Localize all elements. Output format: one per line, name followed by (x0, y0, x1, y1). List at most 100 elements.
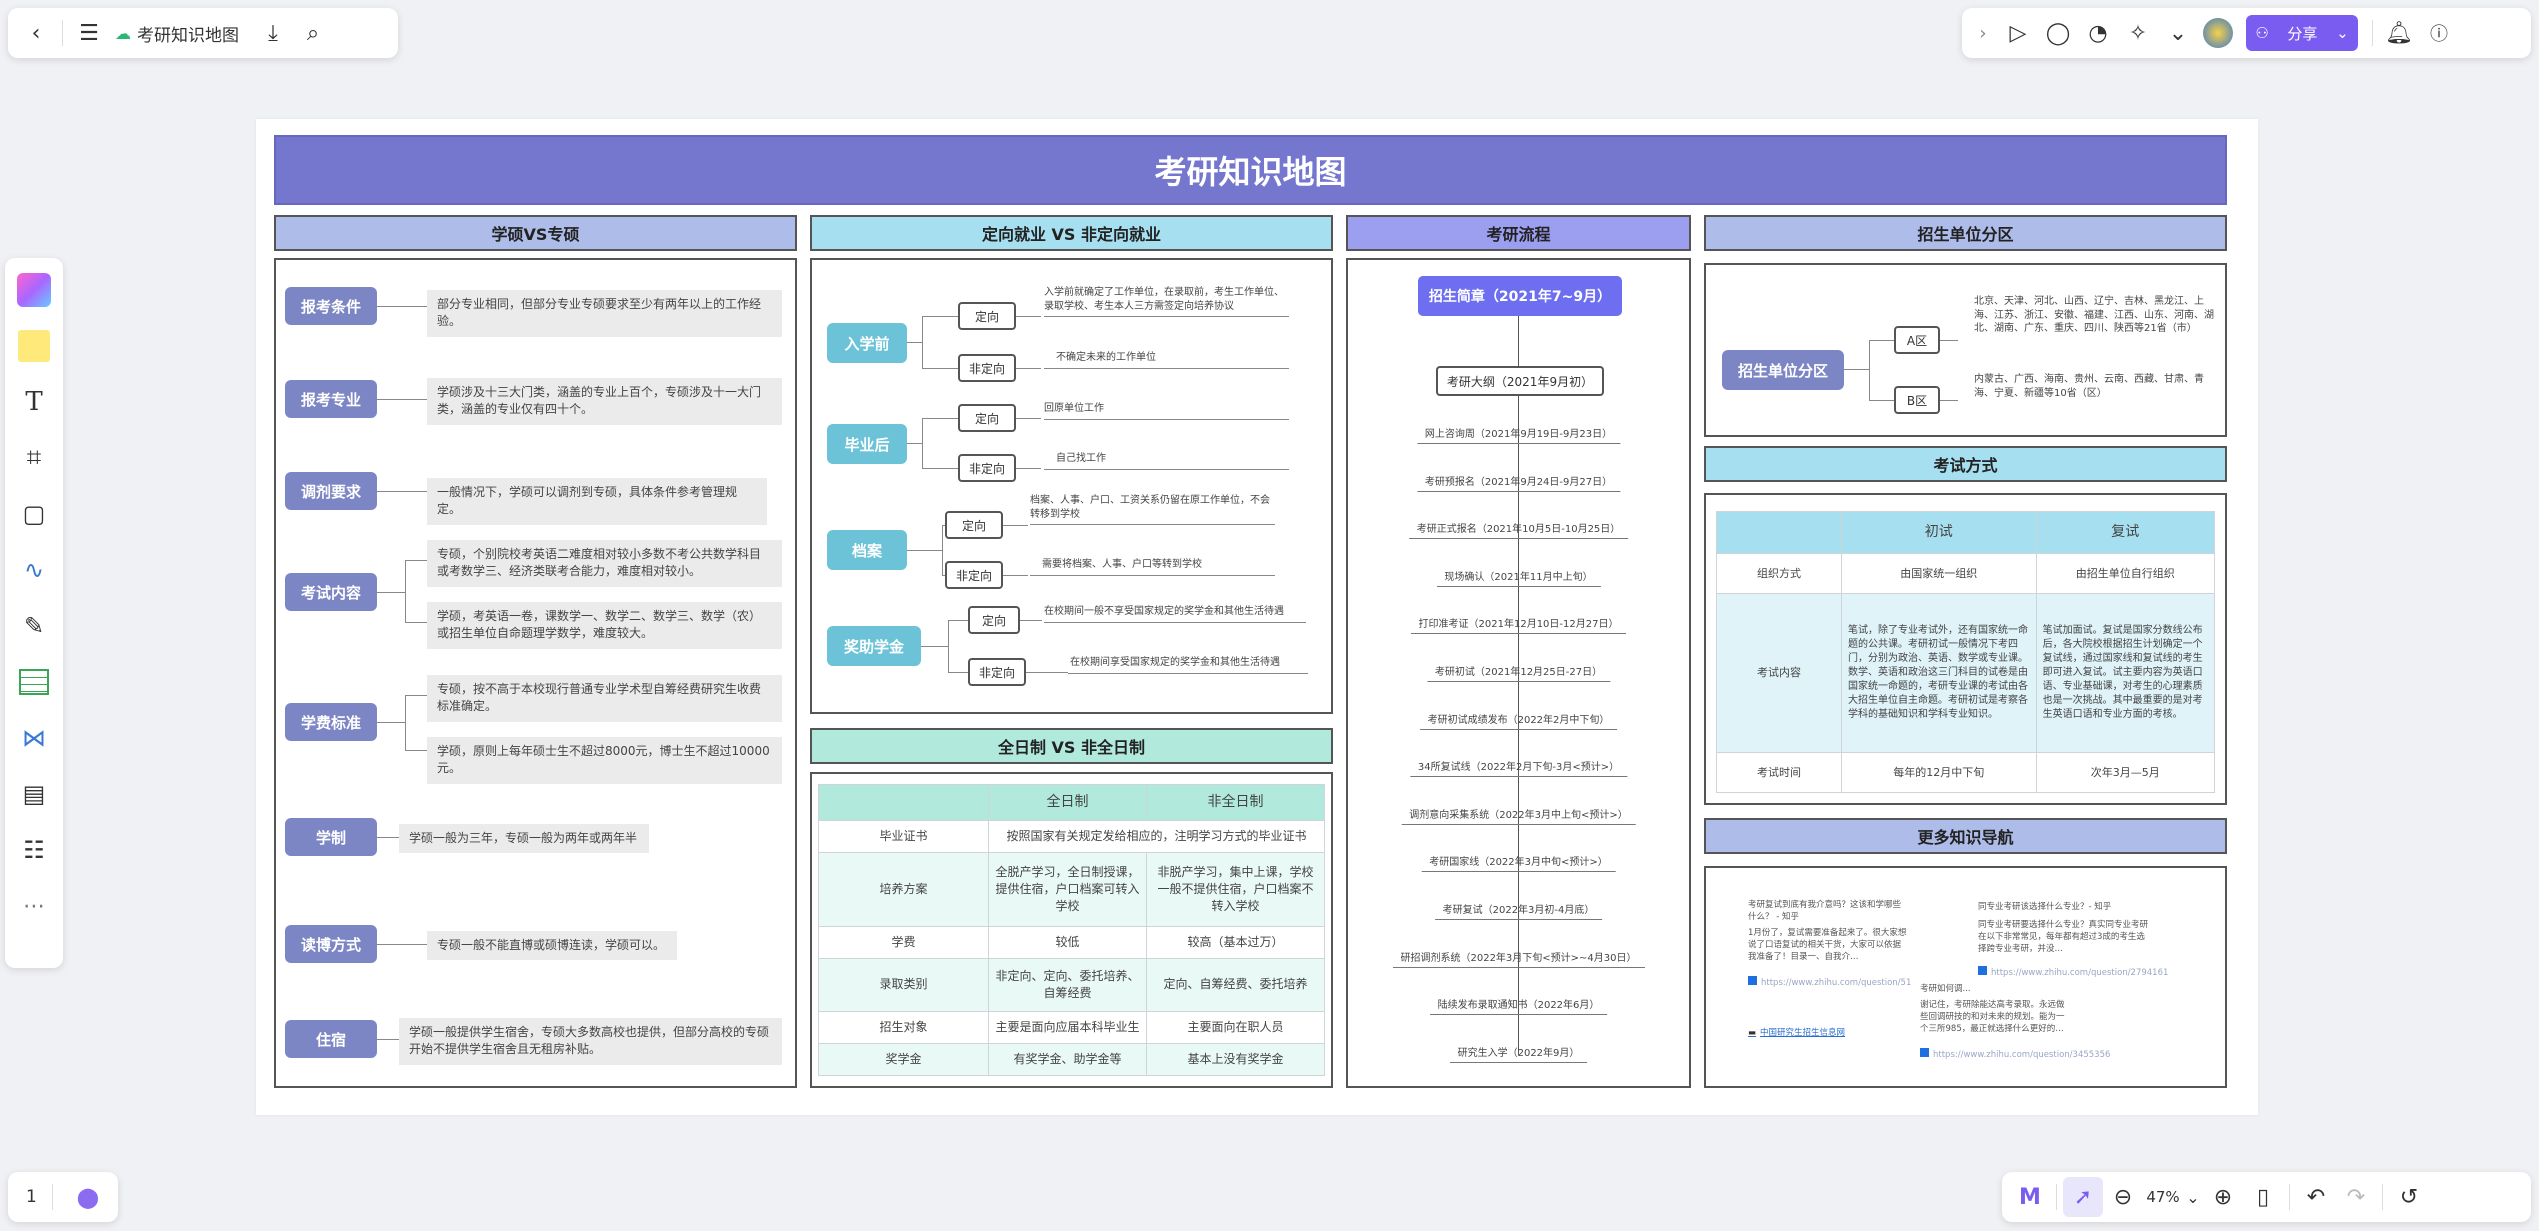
col1-item-label[interactable]: 考试内容 (285, 573, 377, 611)
flow-step[interactable]: 调剂意向采集系统（2022年3月中上旬<预计>） (1401, 806, 1636, 825)
col1-item-label[interactable]: 学制 (285, 818, 377, 856)
col1-item-note[interactable]: 学硕一般提供学生宿舍，专硕大多数高校也提供，但部分高校的专硕开始不提供学生宿舍且… (399, 1018, 782, 1065)
shapes-icon[interactable]: ▢ (12, 492, 56, 536)
flow-step[interactable]: 陆续发布录取通知书（2022年6月） (1429, 996, 1608, 1016)
flow-step[interactable]: 考研初试（2021年12月25日-27日） (1426, 663, 1611, 682)
zone-text[interactable]: 内蒙古、广西、海南、贵州、云南、西藏、甘肃、青海、宁夏、新疆等10省（区） (1974, 373, 2214, 400)
ai-logo-icon[interactable]: M (2010, 1177, 2050, 1217)
col1-item-label[interactable]: 调剂要求 (285, 472, 377, 510)
flow-step[interactable]: 打印准考证（2021年12月10日-12月27日） (1410, 615, 1627, 635)
zoom-in-icon[interactable]: ⊕ (2203, 1177, 2243, 1217)
zone-root[interactable]: 招生单位分区 (1722, 350, 1844, 390)
nav-card-title[interactable]: 考研如何调... (1920, 984, 2070, 996)
zone-text[interactable]: 北京、天津、河北、山西、辽宁、吉林、黑龙江、上海、江苏、浙江、安徽、福建、江西、… (1974, 295, 2214, 336)
col2-branch-text[interactable]: 入学前就确定了工作单位，在录取前，考生工作单位、录取学校、考生本人三方需签定向培… (1044, 286, 1289, 317)
history-icon[interactable]: ↺ (2389, 1177, 2429, 1217)
flow-step[interactable]: 考研正式报名（2021年10月5日-10月25日） (1408, 520, 1629, 540)
collapse-arrow-icon[interactable]: › (1968, 13, 1998, 53)
menu-icon[interactable]: ☰ (69, 13, 109, 53)
col1-item-label[interactable]: 住宿 (285, 1020, 377, 1058)
more-tools-icon[interactable]: ⋯ (12, 884, 56, 928)
col2-branch-node[interactable]: 非定向 (945, 561, 1003, 589)
select-cursor-icon[interactable]: ➚ (2063, 1177, 2103, 1217)
col1-item-note[interactable]: 一般情况下，学硕可以调剂到专硕，具体条件参考管理规定。 (427, 478, 767, 525)
col4-box[interactable]: 招生单位分区 A区 B区 北京、天津、河北、山西、辽宁、吉林、黑龙江、上海、江苏… (1704, 263, 2227, 437)
help-icon[interactable]: ⓘ (2419, 13, 2459, 53)
undo-icon[interactable]: ↶ (2296, 1177, 2336, 1217)
col2-branch-node[interactable]: 定向 (958, 404, 1016, 432)
col2b-box[interactable]: 全日制 非全日制 毕业证书 按照国家有关规定发给相应的，注明学习方式的毕业证书 … (810, 772, 1333, 1088)
nav-box[interactable]: 考研复试到底有我介意吗？这该和学哪些什么？ - 知乎 1月份了，复试需要准备起来… (1704, 866, 2227, 1088)
zoom-out-icon[interactable]: ⊖ (2103, 1177, 2143, 1217)
col2-branch-text[interactable]: 在校期间一般不享受国家规定的奖学金和其他生活待遇 (1044, 605, 1306, 623)
flow-step[interactable]: 34所复试线（2022年2月下旬-3月<预计>） (1409, 758, 1628, 778)
col2-branch-node[interactable]: 非定向 (958, 354, 1016, 382)
redo-icon[interactable]: ↷ (2336, 1177, 2376, 1217)
comment-icon[interactable]: ◯ (2038, 13, 2078, 53)
document-icon[interactable]: ▤ (12, 772, 56, 816)
nav-card-link[interactable]: https://www.zhihu.com/question/51 (1748, 976, 1911, 988)
col4-header[interactable]: 招生单位分区 (1704, 215, 2227, 251)
more-down-icon[interactable]: ⌄ (2158, 13, 2198, 53)
col2-branch-text[interactable]: 在校期间享受国家规定的奖学金和其他生活待遇 (1068, 656, 1308, 674)
zoom-level[interactable]: 47% (2143, 1188, 2183, 1206)
col3-box[interactable]: 招生简章（2021年7~9月） 考研大纲（2021年9月初） 网上咨询周（202… (1346, 258, 1691, 1088)
col1-item-label[interactable]: 学费标准 (285, 703, 377, 741)
flow-step[interactable]: 考研初试成绩发布（2022年2月中下旬） (1419, 711, 1618, 730)
col2-branch-text[interactable]: 回原单位工作 (1044, 402, 1289, 420)
flow-step[interactable]: 现场确认（2021年11月中上旬） (1436, 568, 1601, 587)
col1-item-label[interactable]: 读博方式 (285, 925, 377, 963)
col1-item-note[interactable]: 专硕一般不能直博或硕博连读，学硕可以。 (427, 931, 677, 961)
col2-branch-node[interactable]: 定向 (945, 511, 1003, 539)
timer-icon[interactable]: ◔ (2078, 13, 2118, 53)
flow-step[interactable]: 研究生入学（2022年9月） (1449, 1044, 1588, 1063)
celebrate-icon[interactable]: ✧ (2118, 13, 2158, 53)
nav-card-link[interactable]: https://www.zhihu.com/question/2794161 (1978, 966, 2168, 978)
col1-item-note[interactable]: 学硕一般为三年，专硕一般为两年或两年半 (399, 824, 649, 854)
connector-icon[interactable]: ∿ (12, 548, 56, 592)
pen-icon[interactable]: ✎ (12, 604, 56, 648)
document-title[interactable]: 考研知识地图 (137, 21, 239, 46)
templates-icon[interactable] (12, 268, 56, 312)
col3-header[interactable]: 考研流程 (1346, 215, 1691, 251)
flow-step[interactable]: 考研国家线（2022年3月中旬<预计>） (1421, 853, 1616, 873)
col1-item-note[interactable]: 学硕涉及十三大门类，涵盖的专业上百个，专硕涉及十一大门类，涵盖的专业仅有四十个。 (427, 378, 782, 425)
nav-card-link[interactable]: https://www.zhihu.com/question/3455356 (1920, 1048, 2110, 1060)
page-number[interactable]: 1 (18, 1187, 37, 1207)
zone-node[interactable]: B区 (1894, 386, 1940, 414)
text-icon[interactable]: T (12, 380, 56, 424)
mindmap-title[interactable]: 考研知识地图 (274, 135, 2227, 205)
zone-node[interactable]: A区 (1894, 326, 1940, 354)
download-icon[interactable]: ⤓ (253, 13, 293, 53)
nav-card-title[interactable]: 同专业考研该选择什么专业？- 知乎 (1978, 902, 2148, 914)
col1-item-label[interactable]: 报考专业 (285, 380, 377, 418)
avatar[interactable] (2198, 13, 2238, 53)
exam-box[interactable]: 初试 复试 组织方式 由国家统一组织 由招生单位自行组织 考试内容 笔试，除了专… (1704, 493, 2227, 805)
col1-item-note[interactable]: 部分专业相同，但部分专业专硕要求至少有两年以上的工作经验。 (427, 290, 782, 337)
sticky-note-icon[interactable] (12, 324, 56, 368)
col2-group-label[interactable]: 入学前 (827, 323, 907, 363)
col2-branch-text[interactable]: 不确定未来的工作单位 (1044, 351, 1289, 369)
nav-header[interactable]: 更多知识导航 (1704, 818, 2227, 854)
col1-item-note[interactable]: 专硕，个别院校考英语二难度相对较小多数不考公共数学科目或考数学三、经济类联考合能… (427, 540, 782, 587)
col2-branch-node[interactable]: 非定向 (958, 454, 1016, 482)
col2-branch-node[interactable]: 定向 (968, 606, 1020, 634)
col1-item-label[interactable]: 报考条件 (285, 287, 377, 325)
col1-item-note[interactable]: 学硕，原则上每年硕士生不超过8000元，博士生不超过10000元。 (427, 737, 782, 784)
col2-header[interactable]: 定向就业 VS 非定向就业 (810, 215, 1333, 251)
list-icon[interactable]: ☷ (12, 828, 56, 872)
table-icon[interactable] (12, 660, 56, 704)
exam-header[interactable]: 考试方式 (1704, 446, 2227, 482)
nav-card-title[interactable]: 考研复试到底有我介意吗？这该和学哪些什么？ - 知乎 (1748, 900, 1908, 924)
flow-step[interactable]: 考研预报名（2021年9月24日-9月27日） (1416, 473, 1621, 492)
col2-branch-text[interactable]: 档案、人事、户口、工资关系仍留在原工作单位，不会转移到学校 (1030, 494, 1275, 525)
nav-site-link[interactable]: ▬ 中国研究生招生信息网 (1748, 1026, 1845, 1038)
col2-group-label[interactable]: 毕业后 (827, 424, 907, 464)
flow-step[interactable]: 研招调剂系统（2022年3月下旬<预计>~4月30日） (1392, 949, 1645, 968)
col1-item-note[interactable]: 专硕，按不高于本校现行普通专业学术型自筹经费研究生收费标准确定。 (427, 675, 782, 722)
col2-branch-node[interactable]: 非定向 (968, 658, 1026, 686)
flow-step[interactable]: 考研复试（2022年3月初-4月底） (1434, 901, 1603, 920)
col2-group-label[interactable]: 奖助学金 (827, 626, 921, 666)
bell-icon[interactable]: 🔔︎ (2379, 13, 2419, 53)
col2-branch-text[interactable]: 自己找工作 (1044, 452, 1289, 470)
